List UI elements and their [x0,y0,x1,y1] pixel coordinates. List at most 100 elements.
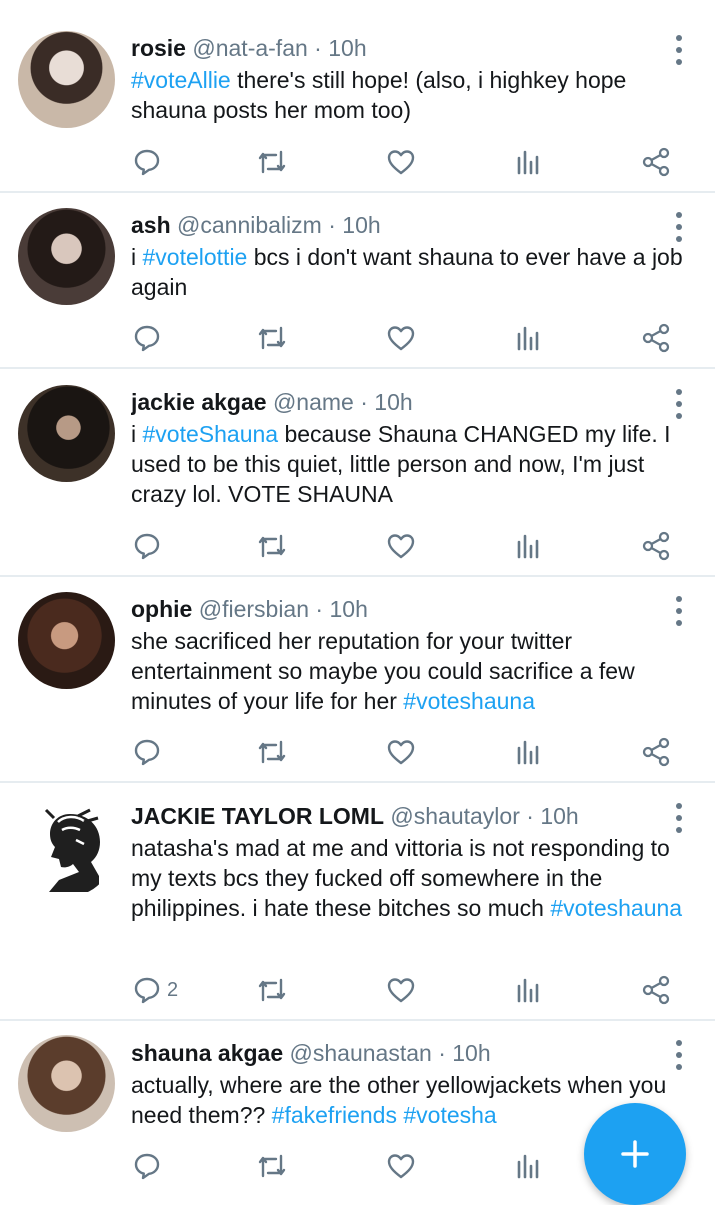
share-icon [642,737,670,767]
more-vertical-icon[interactable] [667,803,691,833]
views-button[interactable] [516,318,542,358]
handle[interactable]: @fiersbian [199,596,309,622]
avatar[interactable] [18,385,115,482]
handle[interactable]: @cannibalizm [177,212,322,238]
tweet[interactable]: ophie @fiersbian · 10h she sacrificed he… [0,577,715,783]
display-name[interactable]: ash [131,212,171,238]
hashtag[interactable]: #fakefriends [272,1102,397,1128]
tweet[interactable]: ash @cannibalizm · 10h i #votelottie bcs… [0,193,715,369]
handle[interactable]: @name [273,389,354,415]
display-name[interactable]: shauna akgae [131,1040,283,1066]
compose-button[interactable] [584,1103,686,1205]
avatar[interactable] [18,592,115,689]
reply-icon [134,533,160,560]
hashtag[interactable]: #voteshauna [403,688,535,714]
heart-icon [387,326,415,351]
more-vertical-icon[interactable] [667,596,691,626]
handle[interactable]: @nat-a-fan [192,35,307,61]
heart-icon [387,1154,415,1179]
more-vertical-icon[interactable] [667,212,691,242]
heart-icon [387,978,415,1003]
views-button[interactable] [516,142,542,182]
tweet-header: ash @cannibalizm · 10h [131,210,655,240]
like-button[interactable] [386,142,416,182]
retweet-button[interactable] [256,970,288,1010]
avatar[interactable] [18,31,115,128]
views-button[interactable] [516,526,542,566]
hashtag[interactable]: #voteshauna [550,895,682,921]
timestamp[interactable]: 10h [329,596,367,622]
reply-button[interactable]: 2 [133,970,178,1010]
heart-icon [387,740,415,765]
analytics-icon [517,978,539,1003]
tweet-header: ophie @fiersbian · 10h [131,594,655,624]
avatar[interactable] [18,1035,115,1132]
views-button[interactable] [516,732,542,772]
analytics-icon [517,740,539,765]
reply-icon [134,325,160,352]
analytics-icon [517,150,539,175]
more-vertical-icon[interactable] [667,389,691,419]
display-name[interactable]: rosie [131,35,186,61]
retweet-button[interactable] [256,318,288,358]
views-button[interactable] [516,1146,542,1186]
avatar[interactable] [18,208,115,305]
retweet-button[interactable] [256,732,288,772]
separator: · [315,596,324,622]
text-segment: i [131,244,143,270]
like-button[interactable] [386,318,416,358]
display-name[interactable]: ophie [131,596,192,622]
avatar[interactable] [18,800,115,897]
display-name[interactable]: jackie akgae [131,389,267,415]
display-name[interactable]: JACKIE TAYLOR LOML [131,803,384,829]
hashtag[interactable]: #votesha [403,1102,496,1128]
share-icon [642,323,670,353]
reply-button[interactable] [133,142,167,182]
more-vertical-icon[interactable] [667,1040,691,1070]
tweet[interactable]: jackie akgae @name · 10h i #voteShauna b… [0,369,715,577]
views-button[interactable] [516,970,542,1010]
tweet-header: jackie akgae @name · 10h [131,387,655,417]
tweet-actions [0,142,715,182]
like-button[interactable] [386,1146,416,1186]
retweet-button[interactable] [256,1146,288,1186]
timestamp[interactable]: 10h [342,212,380,238]
timestamp[interactable]: 10h [374,389,412,415]
tweet[interactable]: rosie @nat-a-fan · 10h #voteAllie there'… [0,0,715,193]
tweet-header: shauna akgae @shaunastan · 10h [131,1038,655,1068]
retweet-button[interactable] [256,526,288,566]
reply-icon [134,739,160,766]
share-icon [642,531,670,561]
timestamp[interactable]: 10h [540,803,578,829]
handle[interactable]: @shautaylor [390,803,519,829]
reply-button[interactable] [133,732,167,772]
like-button[interactable] [386,970,416,1010]
hashtag[interactable]: #voteShauna [143,421,279,447]
tweet-header: rosie @nat-a-fan · 10h [131,33,655,63]
reply-button[interactable] [133,526,167,566]
more-vertical-icon[interactable] [667,35,691,65]
tweet-actions [0,526,715,566]
hashtag[interactable]: #voteAllie [131,67,231,93]
share-button[interactable] [641,732,671,772]
share-button[interactable] [641,142,671,182]
retweet-button[interactable] [256,142,288,182]
handle[interactable]: @shaunastan [290,1040,432,1066]
timestamp[interactable]: 10h [452,1040,490,1066]
reply-button[interactable] [133,1146,167,1186]
share-button[interactable] [641,526,671,566]
tweet-actions: 2 [0,970,715,1010]
tweet[interactable]: JACKIE TAYLOR LOML @shautaylor · 10h nat… [0,783,715,1021]
like-button[interactable] [386,526,416,566]
separator: · [438,1040,446,1066]
retweet-icon [258,740,286,764]
share-button[interactable] [641,318,671,358]
reply-icon [134,977,160,1004]
tweet-text: i #voteShauna because Shauna CHANGED my … [131,419,697,509]
hashtag[interactable]: #votelottie [143,244,248,270]
reply-icon [134,1153,160,1180]
like-button[interactable] [386,732,416,772]
share-button[interactable] [641,970,671,1010]
reply-button[interactable] [133,318,167,358]
timestamp[interactable]: 10h [328,35,366,61]
